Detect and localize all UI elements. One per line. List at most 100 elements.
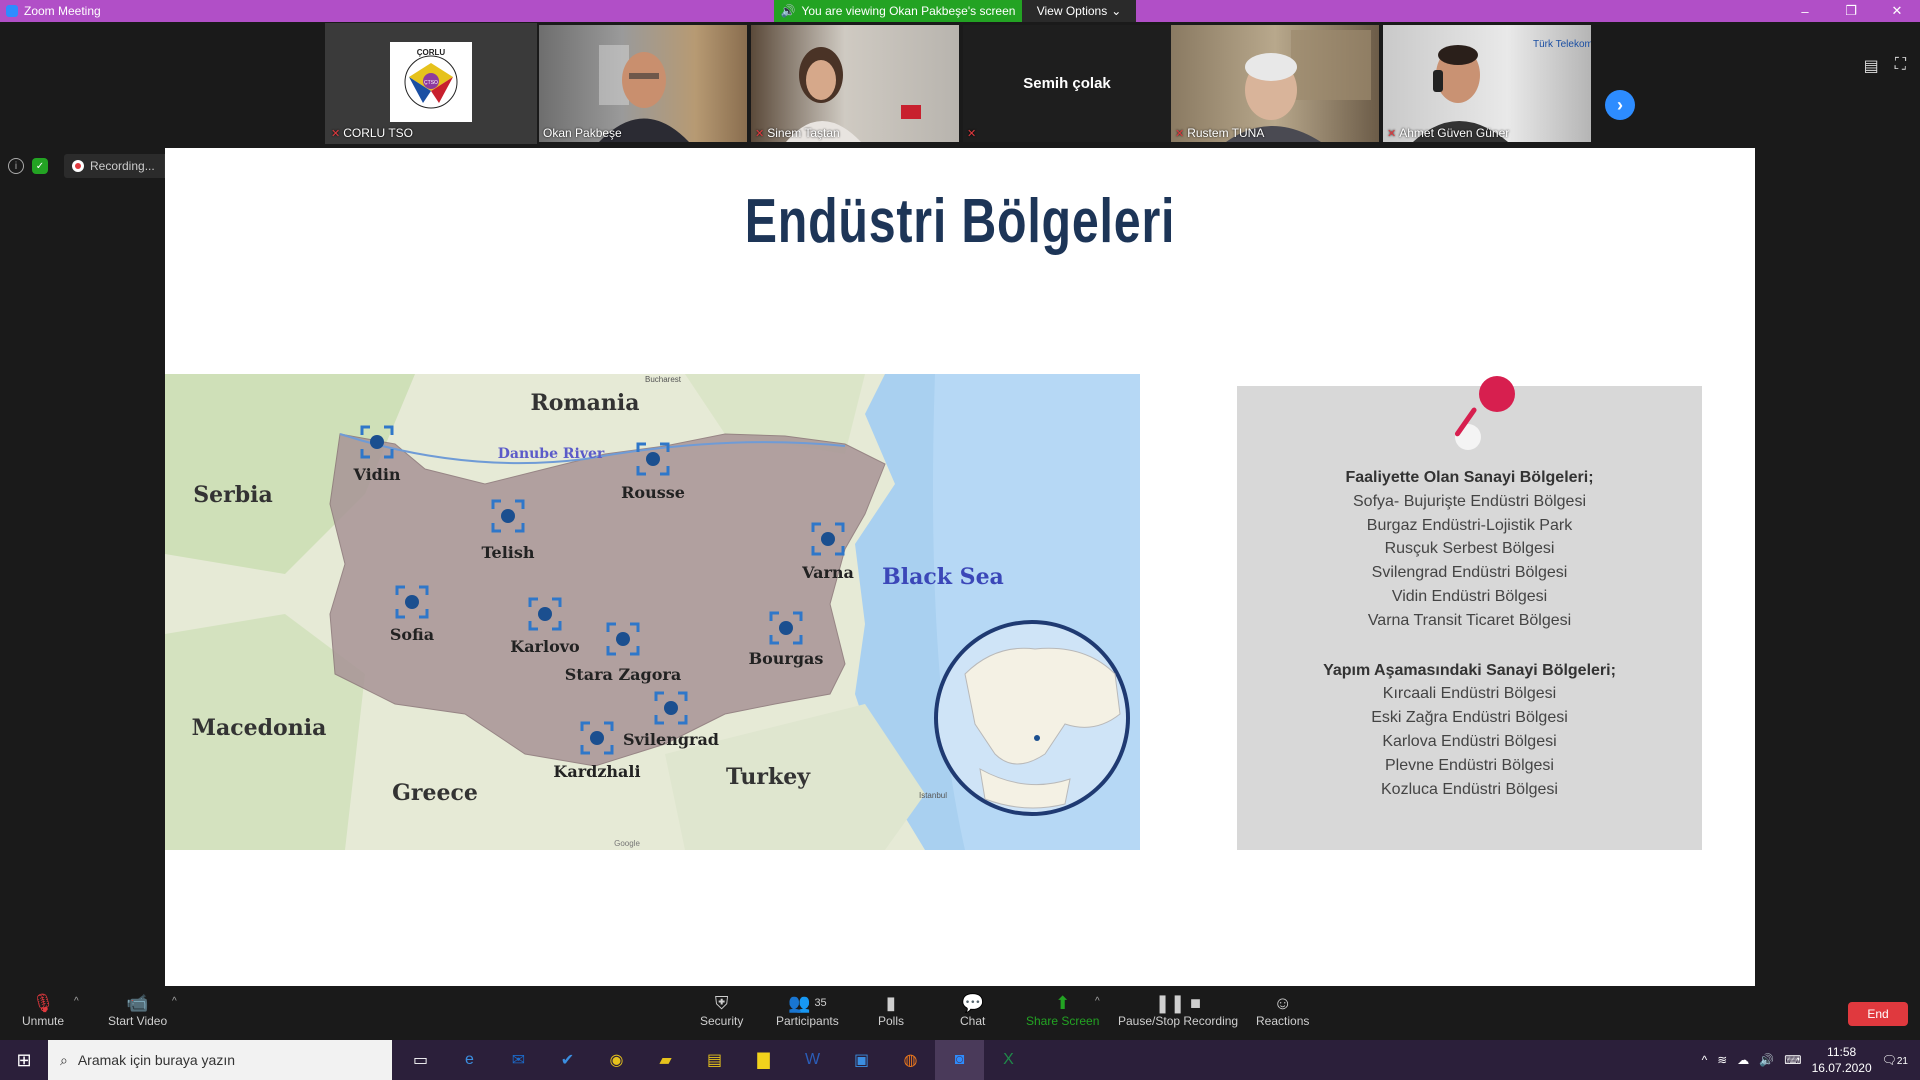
video-options-caret[interactable]: ^	[172, 996, 177, 1007]
mic-muted-icon: ✕	[331, 127, 341, 140]
search-icon: ⌕	[60, 1051, 68, 1068]
windows-start-button[interactable]: ⊞	[0, 1040, 48, 1080]
recording-label: Recording...	[90, 159, 155, 173]
participant-tile-corlu-tso[interactable]: ÇORLU ÇTSO ✕ CORLU TSO	[325, 23, 537, 144]
svg-text:Danube River: Danube River	[498, 446, 605, 462]
video-feed-rustem	[1226, 30, 1371, 142]
zoom-icon[interactable]: ◙	[935, 1040, 984, 1080]
sticky-notes-icon[interactable]: ▇	[739, 1040, 788, 1080]
zones-list: Faaliyette Olan Sanayi Bölgeleri; Sofya-…	[1237, 466, 1702, 801]
onedrive-icon[interactable]: ☁	[1737, 1053, 1749, 1067]
participant-tile-okan[interactable]: Okan Pakbeşe	[539, 25, 747, 142]
zoom-app-icon	[6, 5, 18, 17]
participants-button[interactable]: 👥 35 Participants	[776, 992, 839, 1029]
svg-text:Kardzhali: Kardzhali	[553, 762, 640, 781]
share-options-caret[interactable]: ^	[1095, 996, 1100, 1007]
word-icon[interactable]: W	[788, 1040, 837, 1080]
speaker-icon: 🔊	[780, 4, 796, 18]
svg-text:Google: Google	[614, 839, 640, 848]
excel-icon[interactable]: X	[984, 1040, 1033, 1080]
chevron-right-icon: ›	[1617, 94, 1623, 115]
participant-strip: ÇORLU ÇTSO ✕ CORLU TSO Okan Pakbeşe ✕ Si…	[0, 22, 1920, 145]
svg-text:Stara Zagora: Stara Zagora	[565, 665, 681, 684]
list-item: Sofya- Bujurişte Endüstri Bölgesi	[1353, 492, 1586, 510]
svg-text:Macedonia: Macedonia	[192, 715, 327, 741]
security-shield-icon[interactable]: ✓	[32, 158, 48, 174]
system-tray: ^ ≋ ☁ 🔊 ⌨ 11:58 16.07.2020 🗨21	[1702, 1040, 1920, 1080]
participant-name: Okan Pakbeşe	[543, 126, 622, 140]
firefox-icon[interactable]: ◍	[886, 1040, 935, 1080]
svg-text:Bucharest: Bucharest	[645, 375, 682, 384]
polls-icon: ▮	[886, 992, 896, 1013]
chat-icon: 💬	[961, 992, 984, 1013]
layout-icon[interactable]: ▤	[1864, 56, 1879, 76]
keyboard-icon[interactable]: ⌨	[1784, 1053, 1801, 1067]
corlu-tso-logo: ÇORLU ÇTSO	[327, 25, 535, 142]
info-icon[interactable]: i	[8, 158, 24, 174]
smiley-icon: ☺	[1273, 992, 1292, 1013]
view-options-button[interactable]: View Options ⌄	[1022, 0, 1136, 22]
svg-text:Serbia: Serbia	[193, 482, 272, 508]
list-item: Eski Zağra Endüstri Bölgesi	[1371, 709, 1568, 727]
notifications-icon[interactable]: 🗨21	[1882, 1053, 1908, 1067]
shield-icon: ⛨	[714, 992, 729, 1013]
svg-text:Telish: Telish	[481, 543, 534, 562]
svg-text:Rousse: Rousse	[621, 483, 685, 502]
outlook-icon[interactable]: ✉	[494, 1040, 543, 1080]
unmute-button[interactable]: 🎙 Unmute	[22, 992, 64, 1029]
fullscreen-icon[interactable]: ⛶	[1895, 56, 1906, 76]
viewing-banner-text: You are viewing Okan Pakbeşe's screen	[801, 4, 1016, 18]
edge-icon[interactable]: e	[445, 1040, 494, 1080]
taskbar-search-box[interactable]: ⌕ Aramak için buraya yazın	[48, 1040, 392, 1080]
share-screen-icon: ⬆	[1055, 992, 1071, 1013]
chevron-down-icon: ⌄	[1111, 4, 1122, 18]
svg-text:Varna: Varna	[801, 563, 854, 582]
system-clock[interactable]: 11:58 16.07.2020	[1812, 1044, 1872, 1076]
viewing-banner: 🔊 You are viewing Okan Pakbeşe's screen	[774, 0, 1022, 22]
volume-icon[interactable]: 🔊	[1759, 1053, 1774, 1067]
construction-zones-heading: Yapım Aşamasındaki Sanayi Bölgeleri;	[1323, 661, 1616, 679]
wifi-icon[interactable]: ≋	[1717, 1053, 1727, 1067]
list-item: Vidin Endüstri Bölgesi	[1391, 587, 1548, 605]
file-explorer-icon[interactable]: ▰	[641, 1040, 690, 1080]
restore-button[interactable]: ❐	[1828, 0, 1874, 22]
audio-options-caret[interactable]: ^	[74, 996, 79, 1007]
participant-tile-ahmet[interactable]: Türk Telekom ✕ Ahmet Güven Güner	[1383, 25, 1591, 142]
mic-muted-icon: ✕	[1387, 127, 1397, 140]
share-screen-button[interactable]: ⬆ Share Screen	[1026, 992, 1099, 1029]
meeting-toolbar: 🎙 Unmute ^ 📹 Start Video ^ ⛨ Security 👥 3…	[0, 986, 1920, 1040]
mic-muted-icon: ✕	[967, 128, 977, 140]
security-button[interactable]: ⛨ Security	[700, 992, 743, 1029]
close-button[interactable]: ✕	[1874, 0, 1920, 22]
chrome-icon[interactable]: ◉	[592, 1040, 641, 1080]
files-icon[interactable]: ▤	[690, 1040, 739, 1080]
svg-text:Svilengrad: Svilengrad	[623, 730, 719, 749]
minimize-button[interactable]: –	[1782, 0, 1828, 22]
task-view-icon[interactable]: ▭	[396, 1040, 445, 1080]
recording-dot-icon	[72, 160, 84, 172]
list-item: Plevne Endüstri Bölgesi	[1385, 756, 1554, 774]
participant-tile-sinem[interactable]: ✕ Sinem Taştan	[751, 25, 959, 142]
svg-text:Sofia: Sofia	[390, 625, 434, 644]
start-video-button[interactable]: 📹 Start Video	[108, 992, 167, 1029]
svg-text:Karlovo: Karlovo	[510, 637, 580, 656]
todo-icon[interactable]: ✔	[543, 1040, 592, 1080]
remote-desktop-icon[interactable]: ▣	[837, 1040, 886, 1080]
reactions-button[interactable]: ☺ Reactions	[1256, 992, 1309, 1029]
pause-stop-icon: ❚❚ ■	[1155, 992, 1202, 1013]
active-zones-heading: Faaliyette Olan Sanayi Bölgeleri;	[1345, 469, 1594, 486]
bulgaria-map: Romania Serbia Macedonia Greece Turkey B…	[165, 374, 1140, 850]
view-controls: ▤ ⛶	[1864, 56, 1906, 76]
participant-tile-semih[interactable]: Semih çolak ✕	[963, 25, 1171, 142]
participant-tile-rustem[interactable]: ✕ Rustem TUNA	[1171, 25, 1379, 142]
svg-text:Black Sea: Black Sea	[882, 564, 1004, 590]
participant-name: ✕ Rustem TUNA	[1175, 126, 1265, 140]
next-participants-button[interactable]: ›	[1605, 90, 1635, 120]
end-meeting-button[interactable]: End	[1848, 1002, 1908, 1026]
chat-button[interactable]: 💬 Chat	[960, 992, 985, 1029]
svg-text:ÇTSO: ÇTSO	[424, 80, 438, 86]
chevron-up-icon[interactable]: ^	[1702, 1053, 1708, 1067]
polls-button[interactable]: ▮ Polls	[878, 992, 904, 1029]
pause-stop-recording-button[interactable]: ❚❚ ■ Pause/Stop Recording	[1118, 992, 1238, 1029]
svg-text:Turkey: Turkey	[726, 764, 811, 790]
